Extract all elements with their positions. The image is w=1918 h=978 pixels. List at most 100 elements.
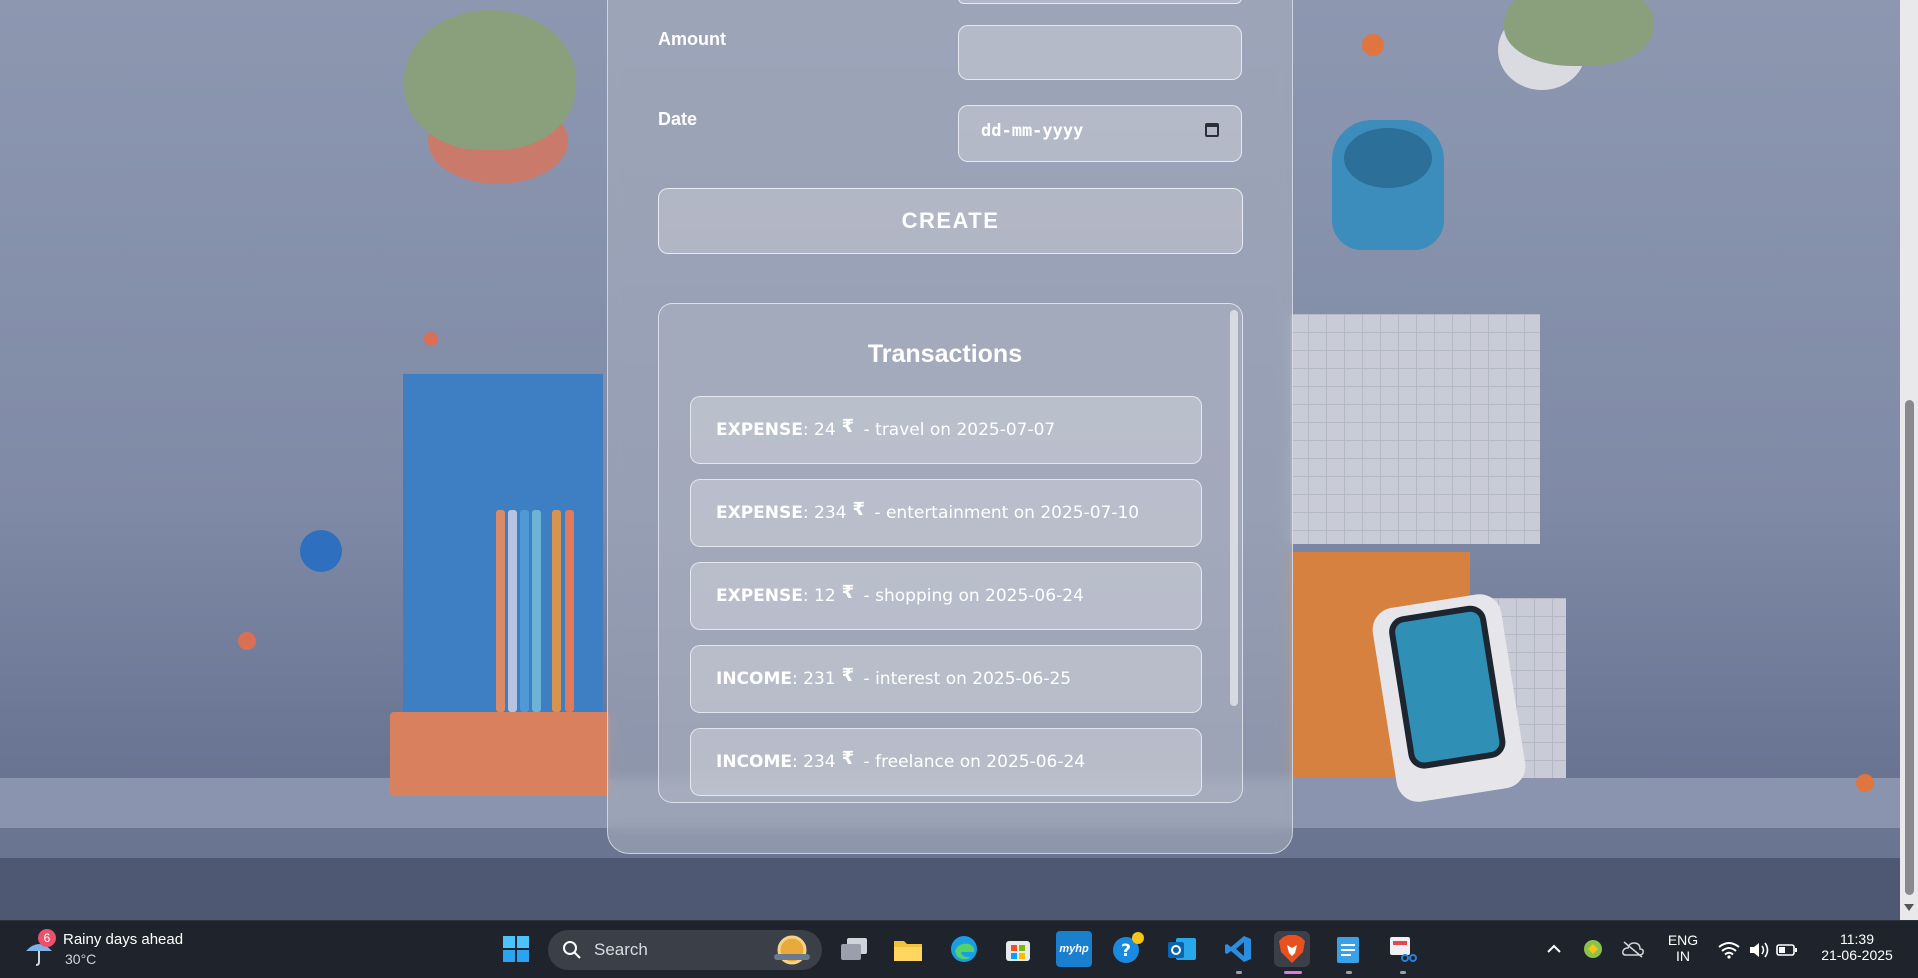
- taskbar-search[interactable]: Search: [548, 930, 822, 970]
- chevron-up-icon: [1547, 944, 1561, 953]
- weather-badge: 6: [38, 929, 56, 947]
- blue-ball: [300, 530, 342, 572]
- edge-icon: [951, 936, 977, 962]
- orange-ball: [238, 632, 256, 650]
- get-help-button[interactable]: ?: [1110, 931, 1146, 967]
- transaction-detail: - travel on 2025-07-07: [863, 420, 1056, 440]
- book: [565, 510, 574, 712]
- category-field[interactable]: [958, 0, 1242, 4]
- rupee-icon: ₹: [841, 415, 855, 437]
- start-button[interactable]: [498, 931, 534, 967]
- edge-button[interactable]: [946, 931, 982, 967]
- tray-app-icon: [1584, 940, 1602, 958]
- region-code: IN: [1676, 948, 1690, 964]
- transaction-type: EXPENSE: [716, 420, 803, 440]
- active-indicator: [1284, 971, 1302, 974]
- transaction-detail: - entertainment on 2025-07-10: [874, 503, 1140, 523]
- battery-icon: [1776, 944, 1797, 956]
- notepad-button[interactable]: [1330, 931, 1366, 967]
- tray-app-button[interactable]: [1574, 931, 1612, 967]
- rupee-icon: ₹: [841, 581, 855, 603]
- brave-button[interactable]: [1274, 931, 1310, 967]
- myhp-button[interactable]: myhp: [1056, 931, 1092, 967]
- transaction-type: INCOME: [716, 669, 793, 689]
- date-label: Date: [658, 109, 698, 129]
- transaction-amount: 234: [803, 752, 836, 772]
- running-indicator: [1400, 971, 1406, 974]
- weather-title: Rainy days ahead: [63, 931, 184, 948]
- show-hidden-icons-button[interactable]: [1534, 931, 1574, 967]
- amount-field[interactable]: [958, 25, 1242, 80]
- book: [552, 510, 561, 712]
- outlook-icon: [1168, 938, 1196, 960]
- outlook-button[interactable]: [1164, 931, 1200, 967]
- transaction-amount: 231: [803, 669, 836, 689]
- transaction-detail: - shopping on 2025-06-24: [863, 586, 1084, 606]
- store-button[interactable]: [1000, 931, 1036, 967]
- rupee-icon: ₹: [841, 664, 855, 686]
- clock[interactable]: 11:39 21-06-2025: [1812, 931, 1902, 963]
- book: [508, 510, 517, 712]
- wifi-icon: [1718, 942, 1740, 959]
- create-button[interactable]: CREATE: [658, 188, 1243, 254]
- search-icon: [563, 941, 581, 959]
- amount-label: Amount: [658, 29, 726, 49]
- transaction-detail: - freelance on 2025-06-24: [863, 752, 1086, 772]
- transaction-item: EXPENSE: 234 ₹ - entertainment on 2025-07…: [690, 479, 1202, 547]
- task-view-button[interactable]: [836, 931, 872, 967]
- shelf-shadow: [0, 858, 1900, 920]
- svg-text:?: ?: [1121, 941, 1131, 961]
- book: [520, 510, 529, 712]
- page-scrollbar[interactable]: [1900, 0, 1918, 920]
- scroll-down-arrow-icon[interactable]: [1904, 904, 1914, 911]
- weather-temperature: 30°C: [65, 951, 97, 967]
- store-icon: [1006, 941, 1030, 961]
- rupee-icon: ₹: [841, 747, 855, 769]
- vscode-icon: [1225, 936, 1251, 962]
- pencil-holder: [390, 712, 610, 796]
- running-indicator: [1346, 971, 1352, 974]
- language-indicator[interactable]: ENG IN: [1658, 932, 1708, 964]
- orange-ball: [424, 332, 438, 346]
- vscode-button[interactable]: [1220, 931, 1256, 967]
- cloud-offline-icon: [1622, 941, 1644, 958]
- transaction-amount: 234: [814, 503, 847, 523]
- grid-paper: [1290, 314, 1540, 544]
- transaction-type: EXPENSE: [716, 586, 803, 606]
- page-scrollbar-thumb[interactable]: [1905, 400, 1914, 895]
- transaction-item: EXPENSE: 12 ₹ - shopping on 2025-06-24: [690, 562, 1202, 630]
- search-label: Search: [594, 940, 648, 959]
- book: [496, 510, 505, 712]
- windows-start-icon: [503, 936, 529, 962]
- transactions-panel: Transactions EXPENSE: 24 ₹ - travel on 20…: [658, 303, 1243, 803]
- transaction-amount: 24: [814, 420, 836, 440]
- calendar-icon[interactable]: [1205, 123, 1219, 137]
- transaction-type: EXPENSE: [716, 503, 803, 523]
- transactions-title: Transactions: [867, 340, 1023, 368]
- snipping-tool-icon: [1390, 937, 1417, 962]
- book: [532, 510, 541, 712]
- transaction-item: EXPENSE: 24 ₹ - travel on 2025-07-07: [690, 396, 1202, 464]
- running-indicator: [1236, 971, 1242, 974]
- file-explorer-button[interactable]: [890, 931, 926, 967]
- rupee-icon: ₹: [852, 498, 866, 520]
- orange-ball: [1362, 34, 1384, 56]
- clock-date: 21-06-2025: [1821, 947, 1893, 963]
- search-highlight-icon: [774, 935, 810, 965]
- orange-ball: [1856, 774, 1874, 792]
- file-explorer-icon: [894, 941, 922, 961]
- language-code: ENG: [1667, 932, 1699, 948]
- transaction-detail: - interest on 2025-06-25: [863, 669, 1072, 689]
- transactions-scrollbar[interactable]: [1230, 310, 1238, 706]
- get-help-icon: ?: [1113, 932, 1144, 963]
- onedrive-button[interactable]: [1614, 931, 1652, 967]
- snipping-tool-button[interactable]: [1384, 931, 1420, 967]
- plant-leaves: [1504, 0, 1654, 66]
- notepad-icon: [1337, 937, 1359, 963]
- taskbar: 6 Rainy days ahead 30°C Search myhp ? EN…: [0, 920, 1918, 978]
- quick-settings-button[interactable]: [1714, 931, 1802, 969]
- weather-widget[interactable]: 6 Rainy days ahead 30°C: [0, 921, 200, 978]
- date-field[interactable]: dd-mm-yyyy: [958, 105, 1242, 162]
- myhp-icon: myhp: [1059, 943, 1089, 955]
- blue-jar: [1332, 120, 1444, 250]
